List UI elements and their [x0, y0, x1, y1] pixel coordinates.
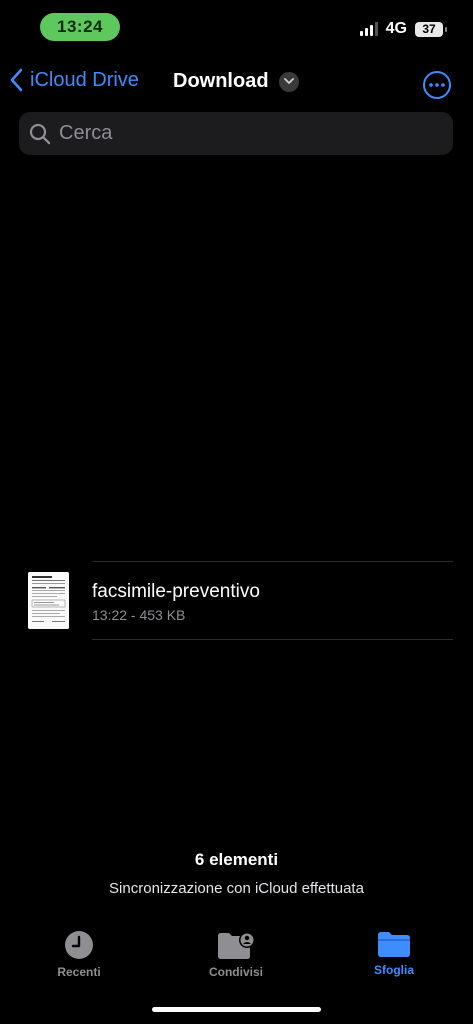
tab-recenti[interactable]: Recenti: [19, 930, 139, 979]
battery-level: 37: [422, 22, 436, 36]
sync-status: Sincronizzazione con iCloud effettuata: [109, 880, 364, 897]
chevron-left-icon: [10, 68, 23, 92]
search-input[interactable]: [57, 121, 421, 146]
tab-label: Condivisi: [208, 965, 263, 979]
chevron-down-icon: [278, 71, 299, 92]
tab-label: Recenti: [57, 965, 101, 979]
search-icon: [29, 123, 51, 145]
status-indicators: 4G 37: [359, 20, 447, 38]
folder-title-menu[interactable]: Download: [173, 70, 299, 93]
battery-icon: 37: [415, 21, 447, 37]
items-count: 6 elementi: [194, 850, 279, 869]
shared-folder-icon: [218, 932, 255, 959]
clock-icon: [65, 931, 93, 959]
status-time: 13:24: [57, 17, 103, 36]
tab-sfoglia[interactable]: Sfoglia: [334, 930, 454, 977]
status-time-pill: 13:24: [40, 13, 120, 41]
search-bar[interactable]: [19, 112, 453, 155]
more-options-button[interactable]: [423, 71, 451, 99]
page-title: Download: [173, 70, 269, 92]
file-row[interactable]: facsimile-preventivo 13:22 - 453 KB: [0, 562, 473, 639]
cellular-signal-icon: [359, 22, 378, 36]
file-meta: 13:22 - 453 KB: [92, 607, 186, 623]
back-button[interactable]: iCloud Drive: [10, 68, 139, 92]
back-button-label: iCloud Drive: [30, 68, 139, 91]
home-indicator[interactable]: [152, 1007, 321, 1012]
network-type: 4G: [385, 20, 407, 37]
file-name: facsimile-preventivo: [92, 581, 260, 602]
folder-icon: [378, 932, 410, 957]
tab-label: Sfoglia: [373, 963, 414, 977]
document-thumbnail: [28, 572, 69, 629]
tab-condivisi[interactable]: Condivisi: [176, 930, 296, 979]
ellipsis-icon: [429, 83, 445, 87]
row-divider-bottom: [92, 639, 453, 640]
